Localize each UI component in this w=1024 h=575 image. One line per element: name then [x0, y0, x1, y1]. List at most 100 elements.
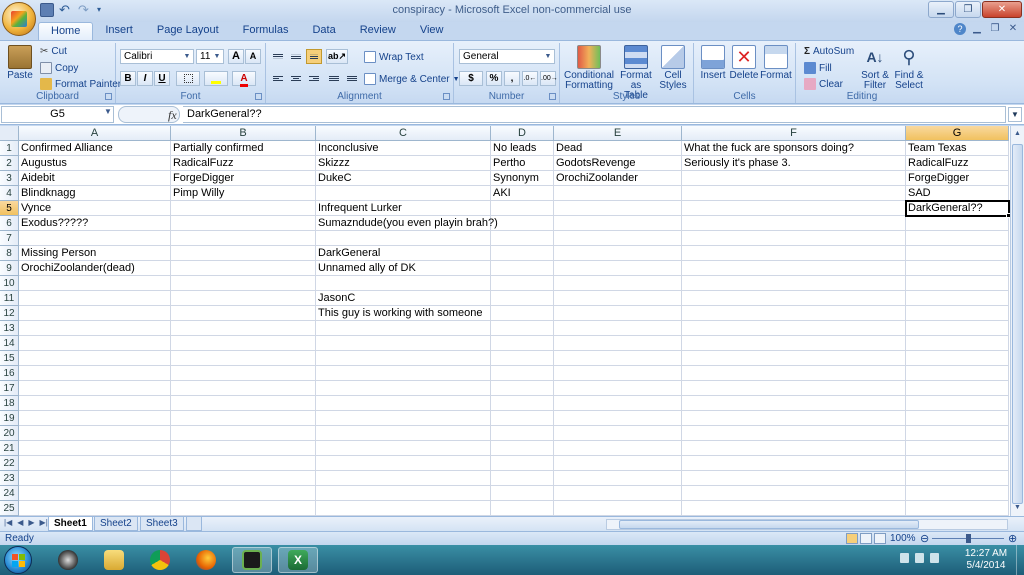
formula-input[interactable]: DarkGeneral?? [183, 106, 1006, 123]
cell-b4[interactable]: Pimp Willy [171, 186, 316, 201]
cell-d20[interactable] [491, 426, 554, 441]
row-header-9[interactable]: 9 [0, 261, 19, 276]
insert-cells-button[interactable]: Insert [698, 45, 728, 81]
cell-a23[interactable] [19, 471, 171, 486]
find-select-button[interactable]: ⚲ Find & Select [892, 45, 926, 91]
cell-d7[interactable] [491, 231, 554, 246]
cell-e13[interactable] [554, 321, 682, 336]
tab-formulas[interactable]: Formulas [231, 22, 301, 40]
grow-font-button[interactable]: A [228, 49, 244, 64]
cell-f11[interactable] [682, 291, 906, 306]
cell-b18[interactable] [171, 396, 316, 411]
cell-b13[interactable] [171, 321, 316, 336]
sheet-tab-sheet3[interactable]: Sheet3 [140, 517, 184, 531]
italic-button[interactable]: I [137, 71, 153, 86]
row-header-19[interactable]: 19 [0, 411, 19, 426]
cell-b9[interactable] [171, 261, 316, 276]
cell-b16[interactable] [171, 366, 316, 381]
vertical-scrollbar[interactable]: ▲ ▼ [1010, 126, 1024, 516]
cell-g2[interactable]: RadicalFuzz [906, 156, 1009, 171]
cell-a20[interactable] [19, 426, 171, 441]
last-sheet-icon[interactable]: ▶| [40, 518, 48, 527]
cell-f7[interactable] [682, 231, 906, 246]
cell-e23[interactable] [554, 471, 682, 486]
cell-d9[interactable] [491, 261, 554, 276]
cell-c10[interactable] [316, 276, 491, 291]
cell-c16[interactable] [316, 366, 491, 381]
cell-d8[interactable] [491, 246, 554, 261]
sort-filter-button[interactable]: A↓ Sort & Filter [858, 45, 892, 91]
orientation-button[interactable]: ab↗ [326, 49, 348, 64]
cell-e20[interactable] [554, 426, 682, 441]
cell-a17[interactable] [19, 381, 171, 396]
currency-button[interactable]: $ [459, 71, 483, 86]
horizontal-scroll-thumb[interactable] [619, 520, 919, 529]
tab-page-layout[interactable]: Page Layout [145, 22, 231, 40]
column-header-g[interactable]: G [906, 126, 1009, 141]
font-size-select[interactable]: 11 ▼ [196, 49, 224, 64]
chevron-down-icon[interactable]: ▼ [104, 107, 112, 116]
cell-b14[interactable] [171, 336, 316, 351]
fill-button[interactable]: Fill [804, 62, 832, 74]
row-header-16[interactable]: 16 [0, 366, 19, 381]
cell-c2[interactable]: Skizzz [316, 156, 491, 171]
font-name-select[interactable]: Calibri ▼ [120, 49, 194, 64]
cell-g3[interactable]: ForgeDigger [906, 171, 1009, 186]
cell-c20[interactable] [316, 426, 491, 441]
cell-f3[interactable] [682, 171, 906, 186]
page-layout-view-icon[interactable] [860, 533, 872, 544]
cell-e24[interactable] [554, 486, 682, 501]
cell-e10[interactable] [554, 276, 682, 291]
cell-e16[interactable] [554, 366, 682, 381]
format-cells-button[interactable]: Format [760, 45, 792, 81]
first-sheet-icon[interactable]: |◀ [4, 518, 12, 527]
cell-g17[interactable] [906, 381, 1009, 396]
row-header-17[interactable]: 17 [0, 381, 19, 396]
row-header-15[interactable]: 15 [0, 351, 19, 366]
volume-icon[interactable] [930, 553, 939, 563]
page-break-view-icon[interactable] [874, 533, 886, 544]
cell-f9[interactable] [682, 261, 906, 276]
cell-e5[interactable] [554, 201, 682, 216]
scroll-down-icon[interactable]: ▼ [1012, 502, 1023, 514]
cell-b21[interactable] [171, 441, 316, 456]
cell-f24[interactable] [682, 486, 906, 501]
cell-a21[interactable] [19, 441, 171, 456]
column-header-f[interactable]: F [682, 126, 906, 141]
align-left-icon[interactable] [270, 71, 286, 86]
cell-e2[interactable]: GodotsRevenge [554, 156, 682, 171]
row-header-21[interactable]: 21 [0, 441, 19, 456]
cell-a5[interactable]: Vynce [19, 201, 171, 216]
zoom-in-icon[interactable]: ⊕ [1008, 532, 1017, 545]
cell-g13[interactable] [906, 321, 1009, 336]
tab-insert[interactable]: Insert [93, 22, 145, 40]
taskbar-terminal[interactable] [232, 547, 272, 573]
cell-a1[interactable]: Confirmed Alliance [19, 141, 171, 156]
cell-d4[interactable]: AKI [491, 186, 554, 201]
select-all-corner[interactable] [0, 126, 19, 141]
cell-d3[interactable]: Synonym [491, 171, 554, 186]
cell-e9[interactable] [554, 261, 682, 276]
cell-g4[interactable]: SAD [906, 186, 1009, 201]
fill-color-button[interactable] [204, 71, 228, 86]
row-header-2[interactable]: 2 [0, 156, 19, 171]
cell-f23[interactable] [682, 471, 906, 486]
vertical-scroll-thumb[interactable] [1012, 144, 1023, 504]
minimize-button[interactable]: ▁ [928, 1, 954, 18]
row-header-23[interactable]: 23 [0, 471, 19, 486]
column-header-b[interactable]: B [171, 126, 316, 141]
insert-sheet-icon[interactable] [186, 517, 202, 531]
cell-a22[interactable] [19, 456, 171, 471]
cell-f17[interactable] [682, 381, 906, 396]
cell-f14[interactable] [682, 336, 906, 351]
cell-b15[interactable] [171, 351, 316, 366]
cell-d13[interactable] [491, 321, 554, 336]
cell-a15[interactable] [19, 351, 171, 366]
cell-b8[interactable] [171, 246, 316, 261]
cell-b2[interactable]: RadicalFuzz [171, 156, 316, 171]
taskbar-excel[interactable]: X [278, 547, 318, 573]
cell-f5[interactable] [682, 201, 906, 216]
cell-c21[interactable] [316, 441, 491, 456]
cell-c1[interactable]: Inconclusive [316, 141, 491, 156]
cell-e14[interactable] [554, 336, 682, 351]
